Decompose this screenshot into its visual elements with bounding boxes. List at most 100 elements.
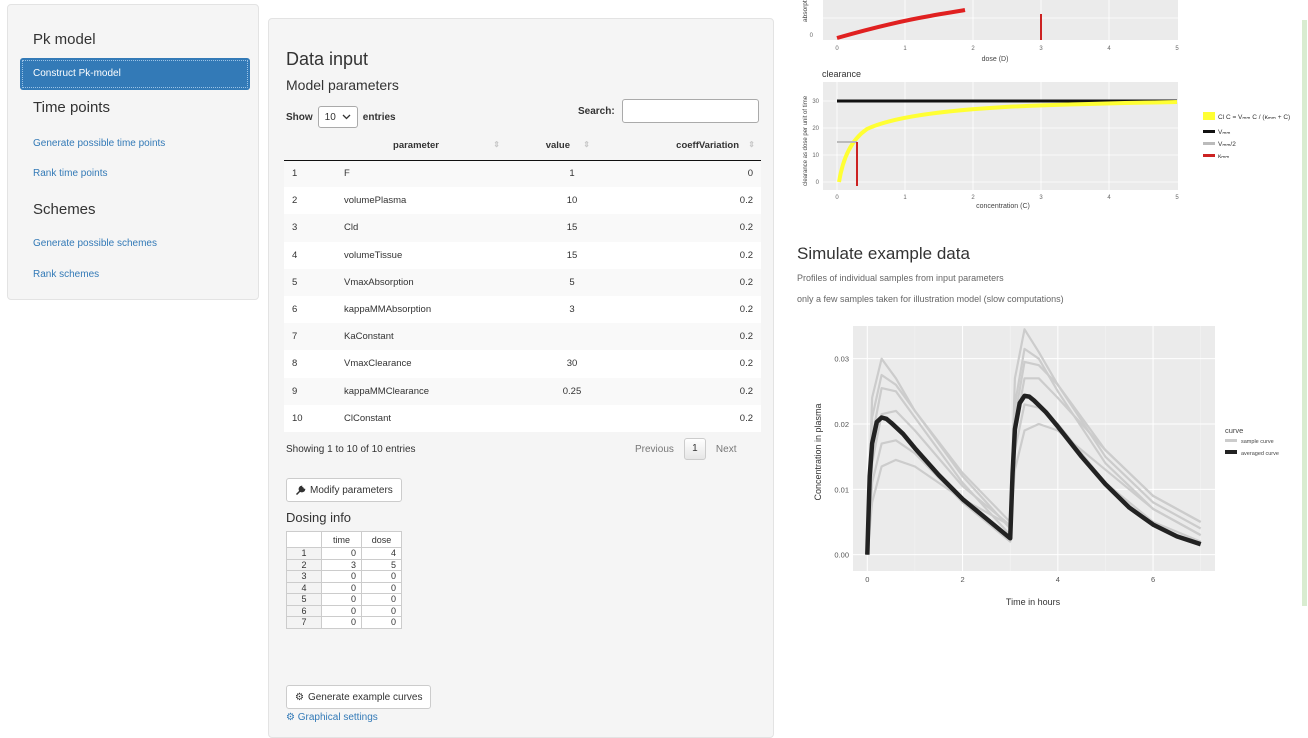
value-cell	[506, 404, 596, 432]
table-row[interactable]: 8 VmaxClearance 30 0.2	[284, 350, 761, 378]
gears-icon: ⚙	[295, 691, 304, 703]
dosing-time-cell[interactable]: 3	[321, 558, 362, 571]
value-cell: 3	[506, 295, 596, 324]
sidebar-item-construct-pk-model[interactable]: Construct Pk-model	[20, 58, 250, 90]
dosing-row-index: 3	[286, 570, 322, 583]
dosing-corner	[286, 531, 322, 548]
page-1-button[interactable]: 1	[683, 438, 706, 460]
dosing-time-cell[interactable]: 0	[321, 604, 362, 617]
x-tick: 6	[1151, 575, 1155, 584]
absorption-plot: 0 absorptic 0 1 2 3 4 5 dose (D)	[802, 0, 1179, 63]
sidebar-item-rank-time-points[interactable]: Rank time points	[33, 168, 107, 179]
table-row[interactable]: 1F10	[284, 160, 761, 188]
dosing-time-cell[interactable]: 0	[321, 570, 362, 583]
table-row[interactable]: 9 kappaMMClearance 0.25 0.2	[284, 377, 761, 405]
legend-key	[1203, 142, 1215, 145]
concentration-chart: 0 2 4 6 0.00 0.01 0.02 0.03 Time in hours Conce…	[813, 326, 1279, 607]
scrollbar[interactable]	[1302, 20, 1307, 606]
row-index: 7	[284, 323, 326, 351]
sidebar-item-rank-schemes[interactable]: Rank schemes	[33, 269, 99, 280]
modify-parameters-label: Modify parameters	[310, 484, 393, 496]
graphical-settings-label: Graphical settings	[297, 712, 378, 723]
legend-key	[1203, 112, 1215, 120]
search-input[interactable]	[622, 99, 759, 123]
dosing-row[interactable]: 300	[286, 570, 402, 583]
legend-label: Cl C = Vₘₘ C / (κₘₘ + C)	[1218, 114, 1290, 121]
x-axis-label: dose (D)	[982, 56, 1009, 63]
table-row[interactable]: 4 volumeTissue 15 0.2	[284, 241, 761, 269]
dosing-row[interactable]: 235	[286, 558, 402, 571]
y-tick: 0.03	[834, 355, 849, 364]
show-entries: Show 10 entries	[286, 106, 396, 128]
coeff-cell: 0.2	[596, 323, 761, 351]
coeff-cell: 0.2	[596, 268, 761, 296]
coeff-cell: 0.2	[596, 404, 761, 432]
value-cell: 10	[506, 187, 596, 215]
sort-icon: ⇕	[583, 140, 590, 149]
wrench-icon	[295, 485, 306, 495]
table-row[interactable]: 10 ClConstant 0.2	[284, 404, 761, 432]
col-index[interactable]	[284, 131, 326, 161]
dosing-dose-cell[interactable]: 0	[361, 616, 402, 629]
parameter-cell: Cld	[326, 214, 506, 242]
parameter-cell: KaConstant	[326, 323, 506, 351]
table-row[interactable]: 2 volumePlasma 10 0.2	[284, 187, 761, 215]
model-parameters-heading: Model parameters	[286, 77, 399, 93]
col-value[interactable]: value ⇕	[506, 131, 596, 161]
show-label: Show	[286, 111, 313, 123]
dosing-row[interactable]: 600	[286, 604, 402, 617]
col-time: time	[321, 531, 362, 548]
x-tick: 5	[1175, 195, 1179, 201]
section-schemes: Schemes	[33, 201, 96, 218]
legend-label: κₘₘ	[1218, 153, 1229, 160]
col-parameter[interactable]: parameter ⇕	[326, 131, 506, 161]
legend-label-averaged: averaged curve	[1241, 451, 1279, 457]
table-row[interactable]: 7 KaConstant 0.2	[284, 323, 761, 351]
dosing-time-cell[interactable]: 0	[321, 616, 362, 629]
coeff-cell: 0	[596, 160, 761, 188]
generate-example-curves-button[interactable]: ⚙ Generate example curves	[286, 685, 432, 709]
gear-icon: ⚙	[286, 712, 295, 723]
table-row[interactable]: 5 VmaxAbsorption 5 0.2	[284, 268, 761, 296]
value-cell: 1	[506, 160, 596, 188]
dosing-row[interactable]: 104	[286, 547, 402, 560]
plot-panel	[823, 82, 1178, 190]
y-tick: 0	[816, 180, 820, 186]
dosing-dose-cell[interactable]: 0	[361, 570, 402, 583]
graphical-settings-link[interactable]: ⚙ Graphical settings	[286, 712, 378, 723]
x-axis-label: Time in hours	[1006, 597, 1061, 607]
sidebar-item-generate-time-points[interactable]: Generate possible time points	[33, 138, 165, 149]
simulate-desc-2: only a few samples taken for illustratio…	[797, 294, 1064, 304]
col-coeff-variation[interactable]: coeffVariation ⇕	[596, 131, 761, 161]
dosing-dose-cell[interactable]: 0	[361, 604, 402, 617]
simulate-desc-1: Profiles of individual samples from inpu…	[797, 273, 1004, 283]
dosing-time-cell[interactable]: 0	[321, 581, 362, 594]
x-tick: 2	[971, 195, 975, 201]
dosing-row-index: 1	[286, 547, 322, 560]
modify-parameters-button[interactable]: Modify parameters	[286, 478, 402, 502]
table-row[interactable]: 6 kappaMMAbsorption 3 0.2	[284, 295, 761, 324]
table-info: Showing 1 to 10 of 10 entries	[286, 444, 416, 455]
value-cell	[506, 323, 596, 351]
coeff-cell: 0.2	[596, 377, 761, 405]
y-axis-label: Concentration in plasma	[813, 403, 823, 500]
dosing-time-cell[interactable]: 0	[321, 593, 362, 606]
previous-button[interactable]: Previous	[635, 444, 674, 455]
dosing-row[interactable]: 700	[286, 616, 402, 629]
next-button[interactable]: Next	[716, 444, 737, 455]
table-row[interactable]: 3 Cld 15 0.2	[284, 214, 761, 242]
dosing-dose-cell[interactable]: 0	[361, 581, 402, 594]
dosing-row[interactable]: 500	[286, 593, 402, 606]
dosing-dose-cell[interactable]: 4	[361, 547, 402, 560]
dosing-row[interactable]: 400	[286, 581, 402, 594]
y-tick: 0	[810, 33, 814, 39]
x-tick: 3	[1039, 195, 1043, 201]
dosing-time-cell[interactable]: 0	[321, 547, 362, 560]
y-tick: 20	[812, 126, 819, 132]
page-title: Data input	[286, 49, 369, 69]
dosing-dose-cell[interactable]: 0	[361, 593, 402, 606]
dosing-dose-cell[interactable]: 5	[361, 558, 402, 571]
entries-select[interactable]: 10	[317, 106, 358, 128]
row-index: 8	[284, 350, 326, 378]
sidebar-item-generate-schemes[interactable]: Generate possible schemes	[33, 238, 157, 249]
